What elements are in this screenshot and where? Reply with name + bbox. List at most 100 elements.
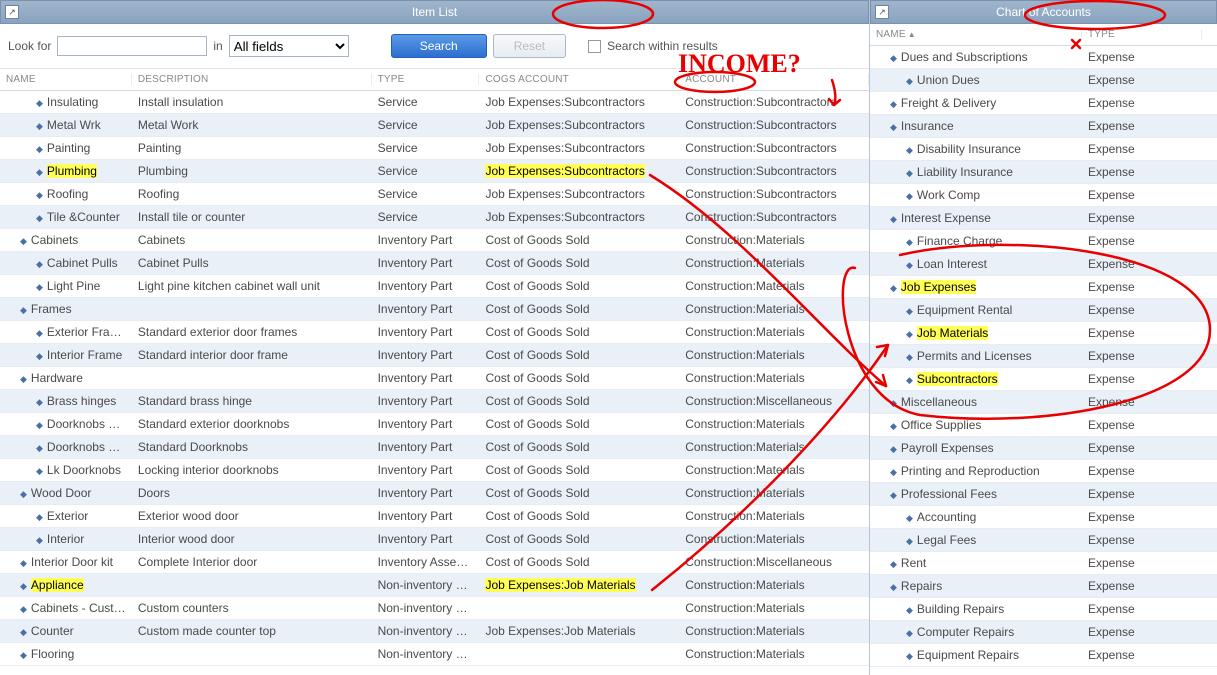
table-row[interactable]: ◆Professional FeesExpense xyxy=(870,483,1217,506)
item-list-titlebar[interactable]: ↗ Item List xyxy=(0,0,869,24)
item-name[interactable]: ◆Hardware xyxy=(0,371,132,385)
table-row[interactable]: ◆Permits and LicensesExpense xyxy=(870,345,1217,368)
table-row[interactable]: ◆InsulatingInstall insulationServiceJob … xyxy=(0,91,869,114)
table-row[interactable]: ◆CabinetsCabinetsInventory PartCost of G… xyxy=(0,229,869,252)
account-name[interactable]: ◆Insurance xyxy=(870,119,1082,133)
col-type[interactable]: Type xyxy=(1082,29,1202,40)
table-row[interactable]: ◆RepairsExpense xyxy=(870,575,1217,598)
table-row[interactable]: ◆Cabinets - CustomCustom countersNon-inv… xyxy=(0,597,869,620)
account-name[interactable]: ◆Computer Repairs xyxy=(870,625,1082,639)
table-row[interactable]: ◆Interior Door kitComplete Interior door… xyxy=(0,551,869,574)
account-name[interactable]: ◆Loan Interest xyxy=(870,257,1082,271)
item-name[interactable]: ◆Roofing xyxy=(0,187,132,201)
account-name[interactable]: ◆Equipment Repairs xyxy=(870,648,1082,662)
table-row[interactable]: ◆Doorknobs Lock...Standard exterior door… xyxy=(0,413,869,436)
item-name[interactable]: ◆Interior Frame xyxy=(0,348,132,362)
account-name[interactable]: ◆Union Dues xyxy=(870,73,1082,87)
account-name[interactable]: ◆Job Expenses xyxy=(870,280,1082,294)
account-name[interactable]: ◆Rent xyxy=(870,556,1082,570)
account-name[interactable]: ◆Office Supplies xyxy=(870,418,1082,432)
account-name[interactable]: ◆Printing and Reproduction xyxy=(870,464,1082,478)
table-row[interactable]: ◆Building RepairsExpense xyxy=(870,598,1217,621)
account-name[interactable]: ◆Permits and Licenses xyxy=(870,349,1082,363)
table-row[interactable]: ◆Equipment RentalExpense xyxy=(870,299,1217,322)
item-name[interactable]: ◆Exterior xyxy=(0,509,132,523)
table-row[interactable]: ◆ApplianceNon-inventory PartJob Expenses… xyxy=(0,574,869,597)
item-name[interactable]: ◆Light Pine xyxy=(0,279,132,293)
fields-select[interactable]: All fields xyxy=(229,35,349,57)
table-row[interactable]: ◆HardwareInventory PartCost of Goods Sol… xyxy=(0,367,869,390)
item-name[interactable]: ◆Metal Wrk xyxy=(0,118,132,132)
account-name[interactable]: ◆Payroll Expenses xyxy=(870,441,1082,455)
account-name[interactable]: ◆Dues and Subscriptions xyxy=(870,50,1082,64)
table-row[interactable]: ◆Job ExpensesExpense xyxy=(870,276,1217,299)
col-desc[interactable]: Description xyxy=(132,74,372,85)
table-row[interactable]: ◆Freight & DeliveryExpense xyxy=(870,92,1217,115)
search-button[interactable]: Search xyxy=(391,34,487,58)
item-name[interactable]: ◆Lk Doorknobs xyxy=(0,463,132,477)
item-name[interactable]: ◆Frames xyxy=(0,302,132,316)
table-row[interactable]: ◆MiscellaneousExpense xyxy=(870,391,1217,414)
item-name[interactable]: ◆Doorknobs Std xyxy=(0,440,132,454)
table-row[interactable]: ◆Disability InsuranceExpense xyxy=(870,138,1217,161)
table-row[interactable]: ◆Tile &CounterInstall tile or counterSer… xyxy=(0,206,869,229)
col-cogs[interactable]: COGS Account xyxy=(479,74,679,85)
table-row[interactable]: ◆ExteriorExterior wood doorInventory Par… xyxy=(0,505,869,528)
col-name[interactable]: Name▲ xyxy=(870,29,1082,40)
table-row[interactable]: ◆FramesInventory PartCost of Goods SoldC… xyxy=(0,298,869,321)
table-row[interactable]: ◆Computer RepairsExpense xyxy=(870,621,1217,644)
item-name[interactable]: ◆Plumbing xyxy=(0,164,132,178)
popout-icon[interactable]: ↗ xyxy=(5,5,19,19)
table-row[interactable]: ◆SubcontractorsExpense xyxy=(870,368,1217,391)
item-name[interactable]: ◆Doorknobs Lock... xyxy=(0,417,132,431)
item-name[interactable]: ◆Counter xyxy=(0,624,132,638)
table-row[interactable]: ◆Metal WrkMetal WorkServiceJob Expenses:… xyxy=(0,114,869,137)
table-row[interactable]: ◆AccountingExpense xyxy=(870,506,1217,529)
account-name[interactable]: ◆Miscellaneous xyxy=(870,395,1082,409)
table-row[interactable]: ◆Payroll ExpensesExpense xyxy=(870,437,1217,460)
account-name[interactable]: ◆Disability Insurance xyxy=(870,142,1082,156)
item-name[interactable]: ◆Interior Door kit xyxy=(0,555,132,569)
item-name[interactable]: ◆Brass hinges xyxy=(0,394,132,408)
table-row[interactable]: ◆Union DuesExpense xyxy=(870,69,1217,92)
table-row[interactable]: ◆PaintingPaintingServiceJob Expenses:Sub… xyxy=(0,137,869,160)
popout-icon[interactable]: ↗ xyxy=(875,5,889,19)
account-name[interactable]: ◆Freight & Delivery xyxy=(870,96,1082,110)
table-row[interactable]: ◆Equipment RepairsExpense xyxy=(870,644,1217,667)
table-row[interactable]: ◆Legal FeesExpense xyxy=(870,529,1217,552)
item-list-body[interactable]: ◆InsulatingInstall insulationServiceJob … xyxy=(0,91,869,675)
item-name[interactable]: ◆Cabinets xyxy=(0,233,132,247)
account-name[interactable]: ◆Building Repairs xyxy=(870,602,1082,616)
account-name[interactable]: ◆Accounting xyxy=(870,510,1082,524)
coa-body[interactable]: ◆Dues and SubscriptionsExpense◆Union Due… xyxy=(870,46,1217,675)
table-row[interactable]: ◆RentExpense xyxy=(870,552,1217,575)
account-name[interactable]: ◆Repairs xyxy=(870,579,1082,593)
item-name[interactable]: ◆Appliance xyxy=(0,578,132,592)
account-name[interactable]: ◆Job Materials xyxy=(870,326,1082,340)
item-name[interactable]: ◆Painting xyxy=(0,141,132,155)
table-row[interactable]: ◆Brass hingesStandard brass hingeInvento… xyxy=(0,390,869,413)
table-row[interactable]: ◆Cabinet PullsCabinet PullsInventory Par… xyxy=(0,252,869,275)
table-row[interactable]: ◆Job MaterialsExpense xyxy=(870,322,1217,345)
table-row[interactable]: ◆RoofingRoofingServiceJob Expenses:Subco… xyxy=(0,183,869,206)
table-row[interactable]: ◆Liability InsuranceExpense xyxy=(870,161,1217,184)
table-row[interactable]: ◆PlumbingPlumbingServiceJob Expenses:Sub… xyxy=(0,160,869,183)
table-row[interactable]: ◆Wood DoorDoorsInventory PartCost of Goo… xyxy=(0,482,869,505)
table-row[interactable]: ◆Printing and ReproductionExpense xyxy=(870,460,1217,483)
table-row[interactable]: ◆CounterCustom made counter topNon-inven… xyxy=(0,620,869,643)
table-row[interactable]: ◆Finance ChargeExpense xyxy=(870,230,1217,253)
item-name[interactable]: ◆Interior xyxy=(0,532,132,546)
item-name[interactable]: ◆Cabinet Pulls xyxy=(0,256,132,270)
account-name[interactable]: ◆Finance Charge xyxy=(870,234,1082,248)
col-type[interactable]: Type xyxy=(372,74,480,85)
account-name[interactable]: ◆Liability Insurance xyxy=(870,165,1082,179)
account-name[interactable]: ◆Work Comp xyxy=(870,188,1082,202)
lookfor-input[interactable] xyxy=(57,36,207,56)
table-row[interactable]: ◆Doorknobs StdStandard DoorknobsInventor… xyxy=(0,436,869,459)
item-name[interactable]: ◆Wood Door xyxy=(0,486,132,500)
item-name[interactable]: ◆Tile &Counter xyxy=(0,210,132,224)
item-name[interactable]: ◆Exterior Frame xyxy=(0,325,132,339)
table-row[interactable]: ◆Dues and SubscriptionsExpense xyxy=(870,46,1217,69)
table-row[interactable]: ◆Work CompExpense xyxy=(870,184,1217,207)
within-checkbox[interactable] xyxy=(588,40,601,53)
